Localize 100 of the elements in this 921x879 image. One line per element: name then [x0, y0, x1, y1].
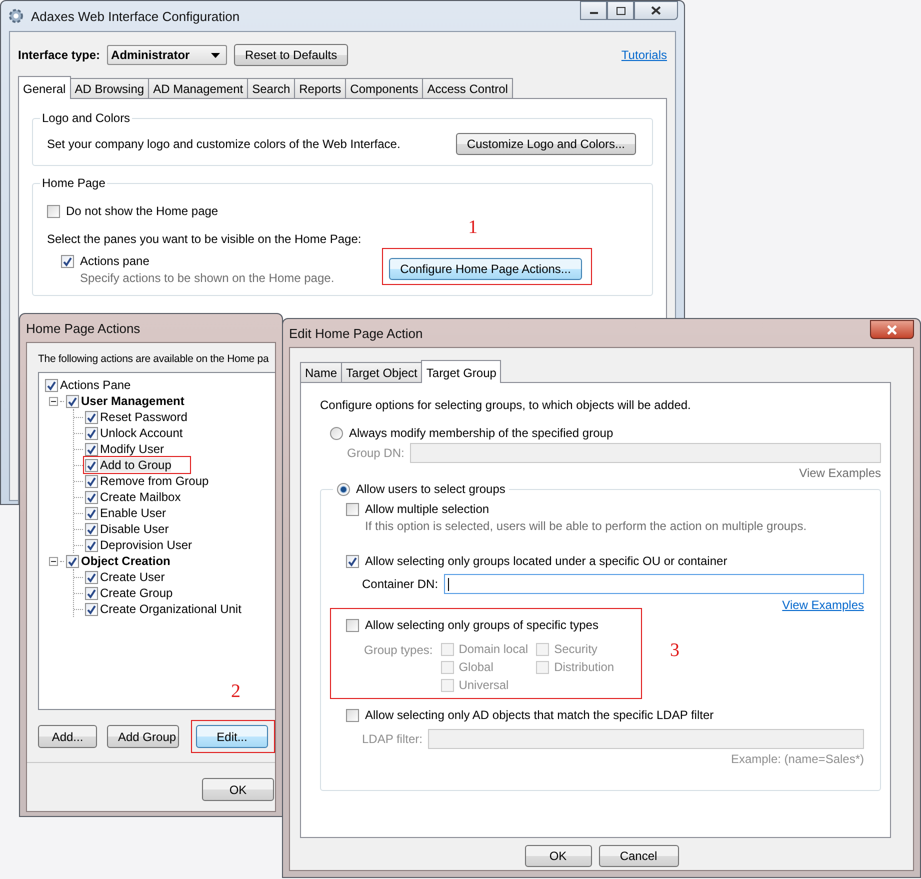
close-icon	[651, 6, 661, 15]
close-button[interactable]	[870, 320, 914, 339]
radio-label: Allow users to select groups	[356, 482, 506, 496]
tree-item[interactable]: Create Organizational Unit	[100, 602, 242, 616]
prompt-text: Select the panes you want to be visible on the Home Page:	[47, 232, 362, 246]
close-icon	[886, 324, 898, 334]
customize-button[interactable]: Customize Logo and Colors...	[456, 133, 636, 155]
tree-item[interactable]: Disable User	[100, 522, 169, 536]
checkbox[interactable]	[66, 394, 79, 408]
field-label: Group DN:	[347, 446, 404, 460]
checkbox[interactable]	[85, 442, 98, 456]
checkbox-label: Allow selecting only groups located under a specific OU or container	[365, 554, 728, 568]
maximize-icon	[616, 6, 626, 14]
checkbox[interactable]	[85, 410, 98, 424]
tree-item[interactable]: Deprovision User	[100, 538, 192, 552]
window-title: Home Page Actions	[26, 320, 140, 336]
group-title: Logo and Colors	[41, 111, 132, 125]
checkbox-label: Allow selecting only AD objects that match the specific LDAP filter	[365, 708, 714, 722]
view-examples-link[interactable]: View Examples	[782, 598, 864, 612]
tab[interactable]: Access Control	[422, 78, 513, 98]
caret-icon	[211, 52, 220, 58]
radio-button[interactable]	[337, 482, 350, 496]
checkbox[interactable]	[85, 522, 98, 536]
minimize-button[interactable]	[580, 1, 607, 20]
edit-button[interactable]: Edit...	[196, 725, 268, 748]
checkbox-label: Do not show the Home page	[66, 204, 218, 218]
group-title: Home Page	[41, 176, 106, 190]
checkbox[interactable]	[45, 378, 58, 392]
tree-group[interactable]: User Management	[81, 394, 184, 408]
checkbox[interactable]	[61, 254, 74, 268]
tree-item[interactable]: Actions Pane	[60, 378, 131, 392]
checkbox[interactable]	[440, 678, 454, 692]
tree-item[interactable]: Create Mailbox	[100, 490, 181, 504]
checkbox[interactable]	[47, 204, 60, 218]
reset-button[interactable]: Reset to Defaults	[234, 44, 348, 66]
window-title: Adaxes Web Interface Configuration	[31, 8, 240, 24]
intro-text: The following actions are available on the Home pa	[38, 353, 270, 365]
field-label: Container DN:	[362, 577, 438, 591]
checkbox[interactable]	[85, 570, 98, 584]
tab[interactable]: AD Browsing	[70, 78, 150, 98]
checkbox[interactable]	[346, 502, 359, 516]
tree-item[interactable]: Unlock Account	[100, 426, 183, 440]
interface-type-dropdown[interactable]: Administrator	[107, 45, 228, 65]
checkbox[interactable]	[85, 506, 98, 520]
checkbox-label: Domain local	[458, 642, 528, 656]
checkbox[interactable]	[346, 554, 359, 568]
tab[interactable]: Target Group	[421, 360, 502, 383]
dialog-button[interactable]: Add Group	[107, 725, 179, 748]
radio-label: Always modify membership of the specified group	[349, 426, 614, 440]
tutorials-link[interactable]: Tutorials	[621, 48, 667, 62]
checkbox[interactable]	[85, 474, 98, 488]
configure-button[interactable]: Configure Home Page Actions...	[389, 258, 582, 280]
tree-item[interactable]: Reset Password	[100, 410, 188, 424]
tab[interactable]: Name	[300, 362, 342, 382]
checkbox[interactable]	[85, 490, 98, 504]
tab[interactable]: Components	[345, 78, 424, 98]
field-label: Interface type:	[18, 48, 100, 62]
ok-button[interactable]: OK	[202, 778, 274, 801]
field-label: Group types:	[364, 642, 433, 659]
dialog-button[interactable]: OK	[524, 845, 592, 867]
checkbox[interactable]	[85, 586, 98, 600]
tree-item[interactable]: Modify User	[100, 442, 164, 456]
callout-number: 1	[468, 217, 478, 239]
dialog-button[interactable]: Cancel	[598, 845, 678, 867]
tree-item[interactable]: Create Group	[100, 586, 173, 600]
tree-item[interactable]: Enable User	[100, 506, 166, 520]
ldap-filter-field[interactable]	[428, 729, 864, 749]
tab[interactable]: Reports	[294, 78, 346, 98]
collapse-icon[interactable]	[49, 396, 58, 406]
close-button[interactable]	[634, 1, 678, 20]
description-text: Set your company logo and customize colors of the Web Interface.	[47, 137, 400, 151]
container-dn-field[interactable]	[444, 574, 864, 594]
checkbox-label: Security	[554, 642, 598, 656]
tree-item[interactable]: Create User	[100, 570, 165, 584]
example-text: Example: (name=Sales*)	[730, 752, 864, 766]
tree-item[interactable]: Remove from Group	[100, 474, 209, 488]
radio-button[interactable]	[330, 426, 343, 440]
checkbox[interactable]	[66, 554, 79, 568]
dialog-button[interactable]: Add...	[38, 725, 97, 748]
tab[interactable]: AD Management	[148, 78, 248, 98]
callout-number: 3	[670, 640, 680, 662]
tree-item[interactable]: Add to Group	[100, 458, 172, 472]
maximize-button[interactable]	[607, 1, 634, 20]
checkbox[interactable]	[536, 642, 550, 656]
checkbox[interactable]	[85, 458, 98, 472]
tab[interactable]: Target Object	[341, 362, 422, 382]
checkbox[interactable]	[85, 426, 98, 440]
checkbox[interactable]	[346, 708, 359, 722]
tree-group[interactable]: Object Creation	[81, 554, 170, 568]
checkbox[interactable]	[346, 618, 359, 632]
tab[interactable]: General	[18, 76, 71, 99]
checkbox[interactable]	[440, 660, 454, 674]
hint-text: Specify actions to be shown on the Home page.	[80, 271, 334, 285]
checkbox[interactable]	[536, 660, 550, 674]
collapse-icon[interactable]	[49, 556, 58, 566]
window-title: Edit Home Page Action	[289, 326, 423, 340]
checkbox[interactable]	[85, 602, 98, 616]
checkbox[interactable]	[440, 642, 454, 656]
checkbox[interactable]	[85, 538, 98, 552]
tab[interactable]: Search	[247, 78, 296, 98]
